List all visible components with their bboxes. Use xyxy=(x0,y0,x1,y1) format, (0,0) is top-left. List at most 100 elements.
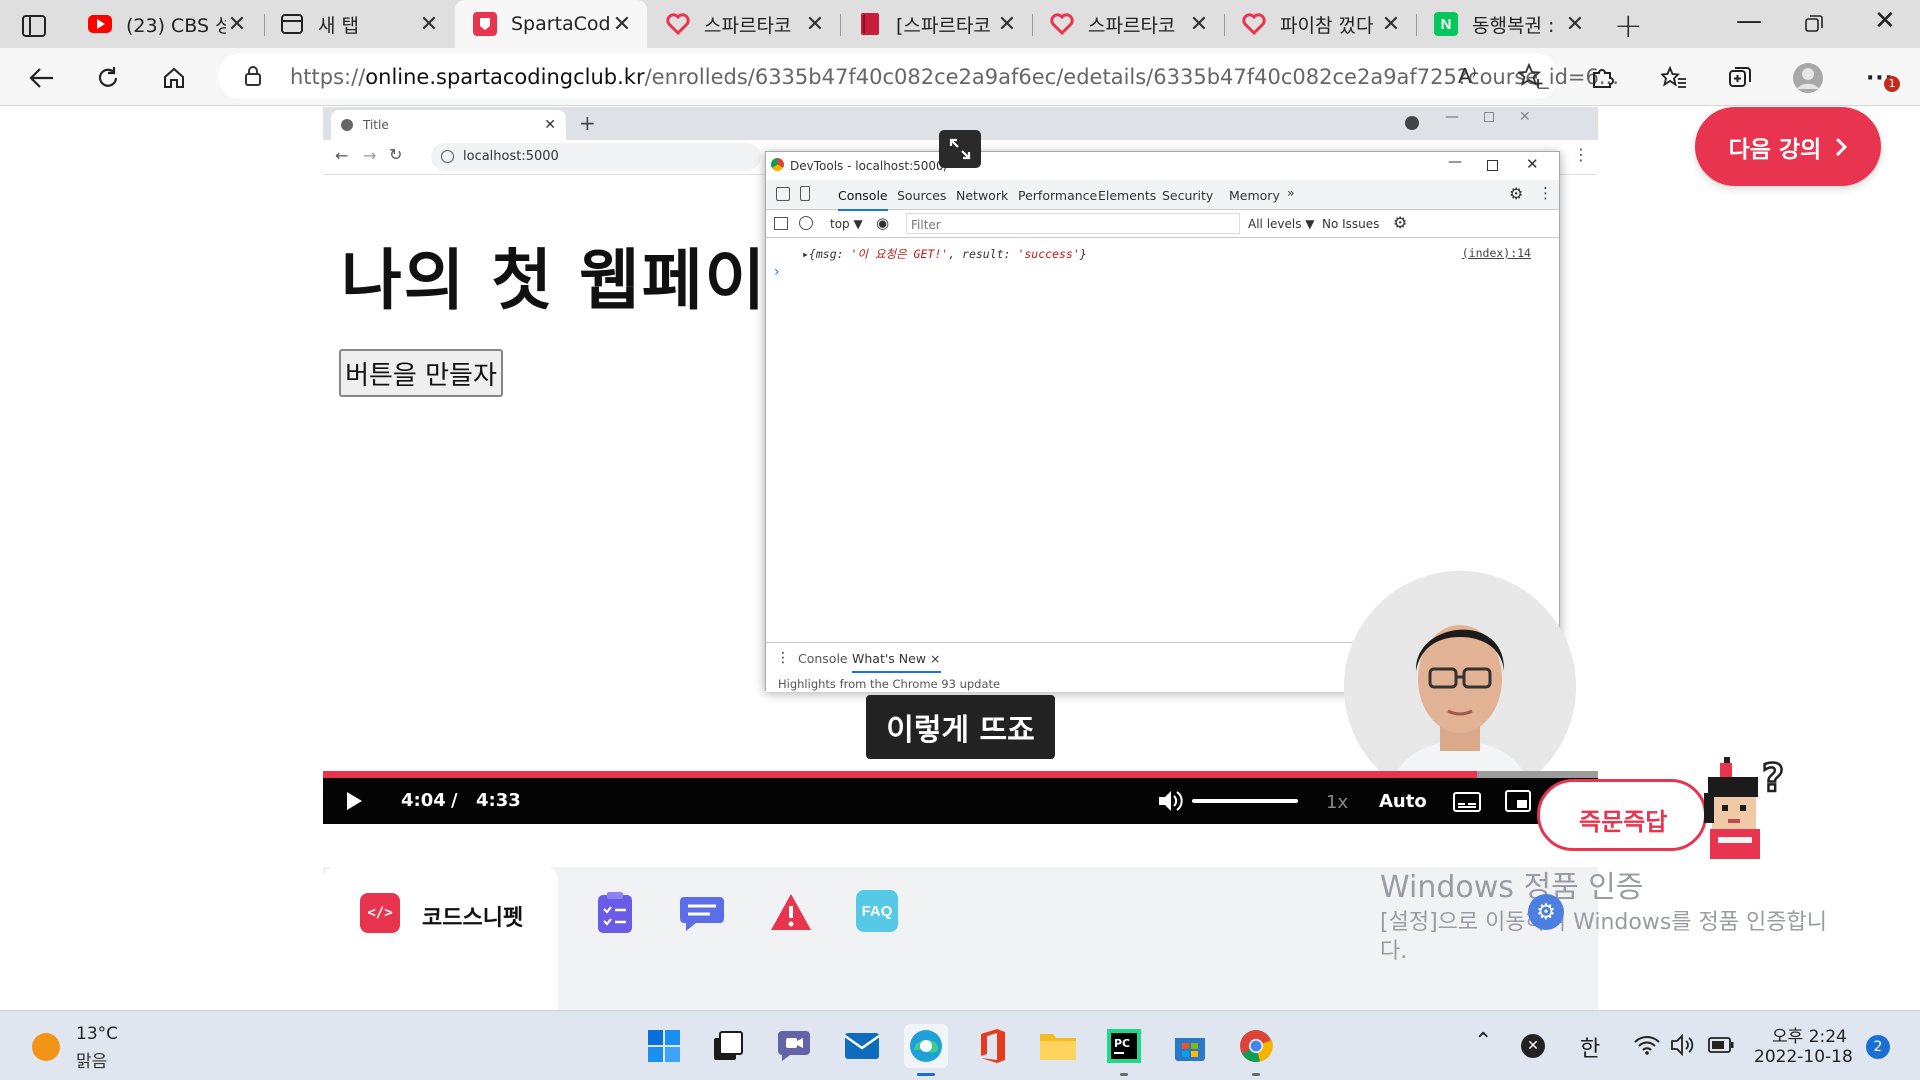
browser-tab-sparta-2[interactable]: 스파르타코 ✕ xyxy=(648,0,840,48)
next-lecture-button[interactable]: 다음 강의 xyxy=(1695,107,1881,186)
settings-more-button[interactable]: ··· 1 xyxy=(1862,60,1900,96)
back-button[interactable] xyxy=(24,60,60,96)
tab-close-button[interactable]: ✕ xyxy=(804,12,826,37)
battery-icon[interactable] xyxy=(1708,1037,1734,1053)
pycharm-icon: PC xyxy=(1107,1029,1141,1063)
minimize-icon: — xyxy=(1448,154,1462,170)
taskbar-chrome[interactable] xyxy=(1234,1024,1278,1076)
extensions-button[interactable] xyxy=(1584,60,1620,96)
tab-close-button[interactable]: ✕ xyxy=(1380,12,1402,37)
volume-slider[interactable] xyxy=(1192,799,1298,803)
notification-badge: 1 xyxy=(1884,76,1900,92)
presenter-webcam xyxy=(1344,571,1576,803)
tab-actions-menu-button[interactable] xyxy=(18,12,50,40)
tab-faq[interactable]: FAQ xyxy=(856,890,898,932)
volume-icon[interactable] xyxy=(1157,789,1183,813)
wifi-icon[interactable] xyxy=(1634,1035,1660,1055)
back-arrow-icon: ← xyxy=(335,146,349,165)
speaker-icon[interactable] xyxy=(1670,1034,1696,1056)
tab-error-report[interactable] xyxy=(768,889,814,935)
notification-count-badge[interactable]: 2 xyxy=(1866,1035,1890,1059)
current-time: 4:04 xyxy=(401,790,446,811)
add-favorite-icon[interactable] xyxy=(1518,63,1544,89)
video-progress-fill xyxy=(323,771,1477,778)
reload-button[interactable] xyxy=(90,60,126,96)
new-tab-button[interactable]: + xyxy=(1614,6,1643,46)
browser-tab-lottery[interactable]: N 동행복권 : ✕ xyxy=(1416,0,1600,48)
profile-avatar[interactable] xyxy=(1790,60,1826,96)
folder-icon xyxy=(1040,1034,1076,1060)
browser-tab-sparta-3[interactable]: 스파르타코 ✕ xyxy=(1032,0,1224,48)
home-button[interactable] xyxy=(156,60,192,96)
instant-qa-button[interactable]: 즉문즉답 xyxy=(1537,779,1707,851)
taskbar-task-view[interactable] xyxy=(706,1024,750,1068)
taskbar-store[interactable] xyxy=(1168,1024,1212,1068)
quality-button[interactable]: Auto xyxy=(1379,791,1427,812)
subtitles-icon[interactable] xyxy=(1453,792,1481,812)
tab-close-button[interactable]: ✕ xyxy=(1188,12,1210,37)
ime-indicator[interactable]: 한 xyxy=(1580,1031,1600,1063)
faq-icon: FAQ xyxy=(861,902,893,920)
taskbar-edge[interactable] xyxy=(904,1024,948,1076)
playback-speed-button[interactable]: 1x xyxy=(1326,792,1348,813)
collections-button[interactable] xyxy=(1722,60,1758,96)
recorded-tab-title: Title xyxy=(363,118,389,132)
time-separator: / xyxy=(451,790,458,811)
video-progress-bar[interactable] xyxy=(323,771,1598,778)
gear-icon: ⚙ xyxy=(1393,213,1408,232)
browser-tab-sparta-notebook[interactable]: [스파르타코 ✕ xyxy=(840,0,1032,48)
clock-time[interactable]: 오후 2:24 xyxy=(1772,1022,1847,1047)
browser-toolbar: https://online.spartacodingclub.kr/enrol… xyxy=(0,48,1920,106)
minimize-button[interactable]: — xyxy=(1736,6,1762,36)
duration: 4:33 xyxy=(476,790,521,811)
taskbar-start-button[interactable] xyxy=(642,1024,686,1068)
console-filter-input: Filter xyxy=(906,213,1240,234)
taskbar-pycharm[interactable]: PC xyxy=(1102,1024,1146,1076)
video-player[interactable]: Title ✕ + — ✕ ← → ↻ localhost:5000 ⋮ 나의 … xyxy=(323,107,1598,824)
devtools-tab-security: Security xyxy=(1162,188,1214,203)
tab-close-button[interactable]: ✕ xyxy=(1564,12,1586,37)
browser-tab-pycharm[interactable]: 파이참 껐다 ✕ xyxy=(1224,0,1416,48)
favorites-icon xyxy=(1661,66,1686,88)
play-icon[interactable] xyxy=(345,791,363,811)
restore-button[interactable] xyxy=(1805,10,1823,40)
fullscreen-toggle-button[interactable] xyxy=(939,130,981,168)
favorites-button[interactable] xyxy=(1656,60,1692,96)
close-window-button[interactable]: ✕ xyxy=(1874,6,1896,36)
tab-close-button[interactable]: ✕ xyxy=(418,12,440,37)
sun-icon xyxy=(32,1033,60,1061)
more-vert-icon: ⋮ xyxy=(776,650,790,666)
address-bar[interactable]: https://online.spartacodingclub.kr/enrol… xyxy=(218,53,1619,99)
close-circle-icon[interactable]: ✕ xyxy=(1521,1034,1545,1058)
tab-checklist[interactable] xyxy=(592,890,638,936)
devtools-tab-sources: Sources xyxy=(897,188,947,203)
devtools-titlebar: DevTools - localhost:5000/ — ✕ xyxy=(766,152,1559,180)
taskbar-teams-chat[interactable] xyxy=(772,1024,816,1068)
code-snippet-label: 코드스니펫 xyxy=(422,906,524,931)
edge-icon xyxy=(910,1030,942,1062)
taskbar-file-explorer[interactable] xyxy=(1036,1024,1080,1068)
lock-icon xyxy=(245,66,261,86)
picture-in-picture-icon[interactable] xyxy=(1505,790,1531,812)
running-indicator xyxy=(1252,1073,1260,1076)
lecture-page: Title ✕ + — ✕ ← → ↻ localhost:5000 ⋮ 나의 … xyxy=(0,107,1920,1010)
browser-tab-new[interactable]: 새 탭 ✕ xyxy=(262,0,454,48)
recorded-page-button: 버튼을 만들자 xyxy=(339,349,503,397)
read-aloud-icon[interactable]: A⁾ xyxy=(1458,64,1477,88)
chevron-up-icon[interactable]: ⌃ xyxy=(1474,1029,1492,1054)
taskbar-mail[interactable] xyxy=(840,1024,884,1068)
tab-comments[interactable] xyxy=(678,890,726,936)
tab-close-button[interactable]: ✕ xyxy=(226,12,248,37)
naver-icon: N xyxy=(1434,12,1458,36)
close-icon: ✕ xyxy=(1526,155,1539,173)
tab-code-snippet[interactable] xyxy=(323,867,558,1010)
tab-close-button[interactable]: ✕ xyxy=(996,12,1018,37)
weather-widget[interactable]: 13°C 맑음 xyxy=(30,1023,160,1072)
tab-close-button[interactable]: ✕ xyxy=(611,12,633,37)
clock-date[interactable]: 2022-10-18 xyxy=(1754,1047,1853,1067)
browser-tab-youtube[interactable]: (23) CBS 성 ✕ xyxy=(70,0,262,48)
taskbar-office[interactable] xyxy=(970,1024,1014,1068)
browser-tab-spartacoding[interactable]: SpartaCodin ✕ xyxy=(455,0,647,48)
settings-gear-icon[interactable]: ⚙ xyxy=(1528,894,1564,930)
video-controls: 4:04 / 4:33 1x Auto xyxy=(323,778,1598,824)
